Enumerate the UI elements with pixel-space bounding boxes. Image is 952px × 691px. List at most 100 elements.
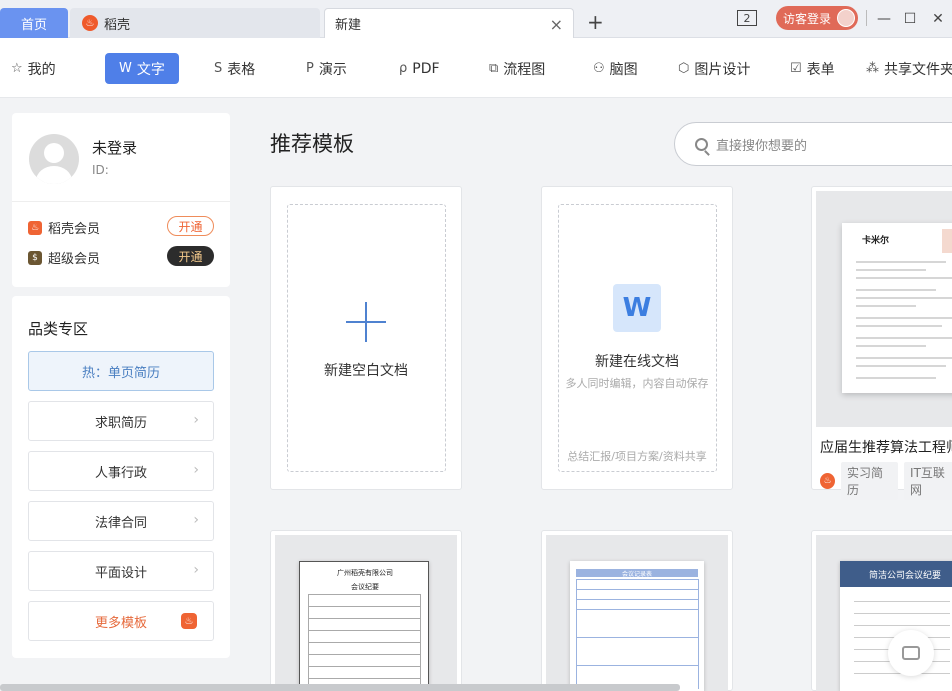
avatar-icon (837, 9, 856, 27)
template-card-meeting-minutes[interactable]: 广州稻壳有限公司 会议纪要 (270, 530, 462, 691)
category-item-job-resume[interactable]: 求职简历 › (28, 401, 214, 441)
category-item-graphic-design[interactable]: 平面设计 › (28, 551, 214, 591)
template-thumbnail: 卡米尔 (816, 191, 952, 427)
resume-photo (942, 229, 952, 253)
daoke-member-row: ♨ 稻壳会员 (28, 218, 100, 237)
open-super-member-button[interactable]: 开通 (167, 246, 214, 266)
category-label: 人事行政 (94, 465, 147, 481)
profile-card: 未登录 ID: ♨ 稻壳会员 开通 $ 超级会员 开通 (12, 113, 230, 287)
toolbar-label: 文字 (136, 61, 165, 78)
open-daoke-member-button[interactable]: 开通 (167, 216, 214, 236)
toolbar: ☆ 我的 W 文字 S 表格 P 演示 ρ PDF ⧉ 流程图 ⚇ 脑图 ⬡ 图… (0, 38, 952, 98)
minutes-preview: 广州稻壳有限公司 会议纪要 (299, 561, 429, 691)
tab-home[interactable]: 首页 (0, 8, 68, 38)
search-input[interactable]: 直接搜你想要的 (674, 122, 952, 166)
chevron-right-icon: › (193, 512, 199, 528)
page-title: 推荐模板 (270, 132, 354, 156)
thumb-simple: 简洁公司会议纪要 (840, 561, 952, 587)
avatar[interactable] (29, 134, 79, 184)
tag-row: ♨ 实习简历 IT互联网 (820, 462, 952, 500)
new-online-doc-card[interactable]: W 新建在线文档 多人同时编辑，内容自动保存 总结汇报/项目方案/资料共享 (541, 186, 733, 490)
thumb-company: 广州稻壳有限公司 (337, 569, 393, 577)
close-window-icon[interactable]: ✕ (928, 8, 948, 30)
toolbar-item-share-folder[interactable]: ⁂ 共享文件夹 (866, 53, 952, 84)
toolbar-item-mindmap[interactable]: ⚇ 脑图 (593, 53, 638, 84)
category-item-legal[interactable]: 法律合同 › (28, 501, 214, 541)
tag[interactable]: IT互联网 (904, 462, 952, 500)
toolbar-item-pdf[interactable]: ρ PDF (399, 53, 440, 84)
category-title: 品类专区 (28, 320, 89, 338)
tab-home-label: 首页 (20, 17, 47, 33)
star-icon: ☆ (11, 61, 23, 76)
toolbar-item-image-design[interactable]: ⬡ 图片设计 (678, 53, 750, 84)
template-thumbnail: 简洁公司会议纪要 (816, 535, 952, 691)
add-tab-icon[interactable]: + (587, 10, 604, 34)
flow-icon: ⧉ (489, 61, 499, 76)
search-placeholder: 直接搜你想要的 (716, 138, 808, 154)
super-member-icon: $ (28, 250, 42, 265)
toolbar-label: 演示 (318, 61, 347, 78)
tab-new[interactable]: 新建 × (324, 8, 574, 38)
thumb-record: 会议记录表 (576, 569, 698, 578)
template-card-simple-minutes[interactable]: 简洁公司会议纪要 (811, 530, 952, 691)
tab-daoke[interactable]: ♨ 稻壳 (70, 8, 320, 38)
form-icon: ☑ (790, 61, 802, 76)
category-item-hot-resume[interactable]: 热：单页简历 (28, 351, 214, 391)
p-icon: P (306, 61, 314, 76)
divider (866, 10, 867, 26)
resume-name: 卡米尔 (862, 236, 890, 246)
category-label: 法律合同 (94, 515, 147, 531)
category-label: 求职简历 (94, 415, 147, 431)
plus-icon (346, 302, 386, 342)
pdf-icon: ρ (399, 61, 408, 76)
tab-new-label: 新建 (335, 18, 362, 33)
share-folder-icon: ⁂ (866, 61, 879, 76)
toolbar-item-slides[interactable]: P 演示 (306, 53, 347, 84)
toolbar-label: 图片设计 (694, 61, 751, 78)
maximize-icon[interactable]: ☐ (900, 8, 920, 30)
template-title: 应届生推荐算法工程师... (820, 440, 952, 456)
template-thumbnail: 会议记录表 (546, 535, 728, 691)
chevron-right-icon: › (193, 412, 199, 428)
feedback-button[interactable] (888, 630, 934, 676)
toolbar-item-form[interactable]: ☑ 表单 (790, 53, 835, 84)
new-online-doc-label: 新建在线文档 (595, 354, 679, 370)
title-bar: 首页 ♨ 稻壳 新建 × + 2 访客登录 — ☐ ✕ (0, 0, 952, 38)
toolbar-label: 我的 (27, 61, 56, 78)
toolbar-label: 脑图 (609, 61, 638, 78)
toolbar-item-writer[interactable]: W 文字 (105, 53, 179, 84)
tab-daoke-label: 稻壳 (104, 17, 131, 33)
chevron-right-icon: › (193, 462, 199, 478)
divider (12, 201, 230, 202)
template-thumbnail: 广州稻壳有限公司 会议纪要 (275, 535, 457, 691)
record-preview: 会议记录表 (570, 561, 704, 691)
template-card-meeting-record[interactable]: 会议记录表 (541, 530, 733, 691)
online-doc-subtitle: 多人同时编辑，内容自动保存 (565, 377, 709, 390)
toolbar-item-flowchart[interactable]: ⧉ 流程图 (489, 53, 545, 84)
category-item-more-templates[interactable]: 更多模板 ♨ (28, 601, 214, 641)
member-label: 稻壳会员 (48, 222, 101, 237)
daoke-logo-icon: ♨ (820, 473, 835, 489)
daoke-logo-icon: ♨ (82, 15, 98, 31)
horizontal-scrollbar[interactable] (0, 684, 680, 691)
template-card-resume[interactable]: 卡米尔 应届生推荐算法工程师... ♨ 实习简历 IT互联网 (811, 186, 952, 500)
chevron-right-icon: › (193, 562, 199, 578)
toolbar-item-mine[interactable]: ☆ 我的 (11, 53, 56, 84)
window-count-badge[interactable]: 2 (737, 10, 757, 26)
resume-preview: 卡米尔 (842, 223, 952, 393)
tag[interactable]: 实习简历 (841, 462, 899, 500)
toolbar-item-sheet[interactable]: S 表格 (214, 53, 255, 84)
minimize-icon[interactable]: — (874, 8, 894, 30)
user-name[interactable]: 未登录 (92, 137, 137, 158)
user-id: ID: (92, 163, 109, 177)
tab-close-icon[interactable]: × (550, 15, 563, 34)
new-blank-doc-card[interactable]: 新建空白文档 (270, 186, 462, 490)
guest-login-button[interactable]: 访客登录 (776, 6, 858, 30)
w-doc-icon: W (613, 284, 661, 332)
search-icon (695, 137, 708, 151)
s-icon: S (214, 61, 223, 76)
w-icon: W (119, 61, 132, 76)
mindmap-icon: ⚇ (593, 61, 605, 76)
category-item-hr-admin[interactable]: 人事行政 › (28, 451, 214, 491)
category-panel: 品类专区 热：单页简历 求职简历 › 人事行政 › 法律合同 › 平面设计 › … (12, 296, 230, 658)
